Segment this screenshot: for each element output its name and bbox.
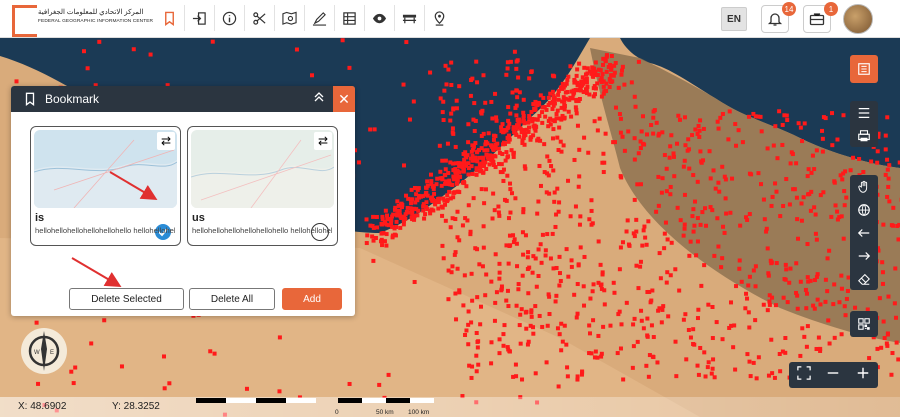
annotation-arrows [71, 171, 158, 288]
